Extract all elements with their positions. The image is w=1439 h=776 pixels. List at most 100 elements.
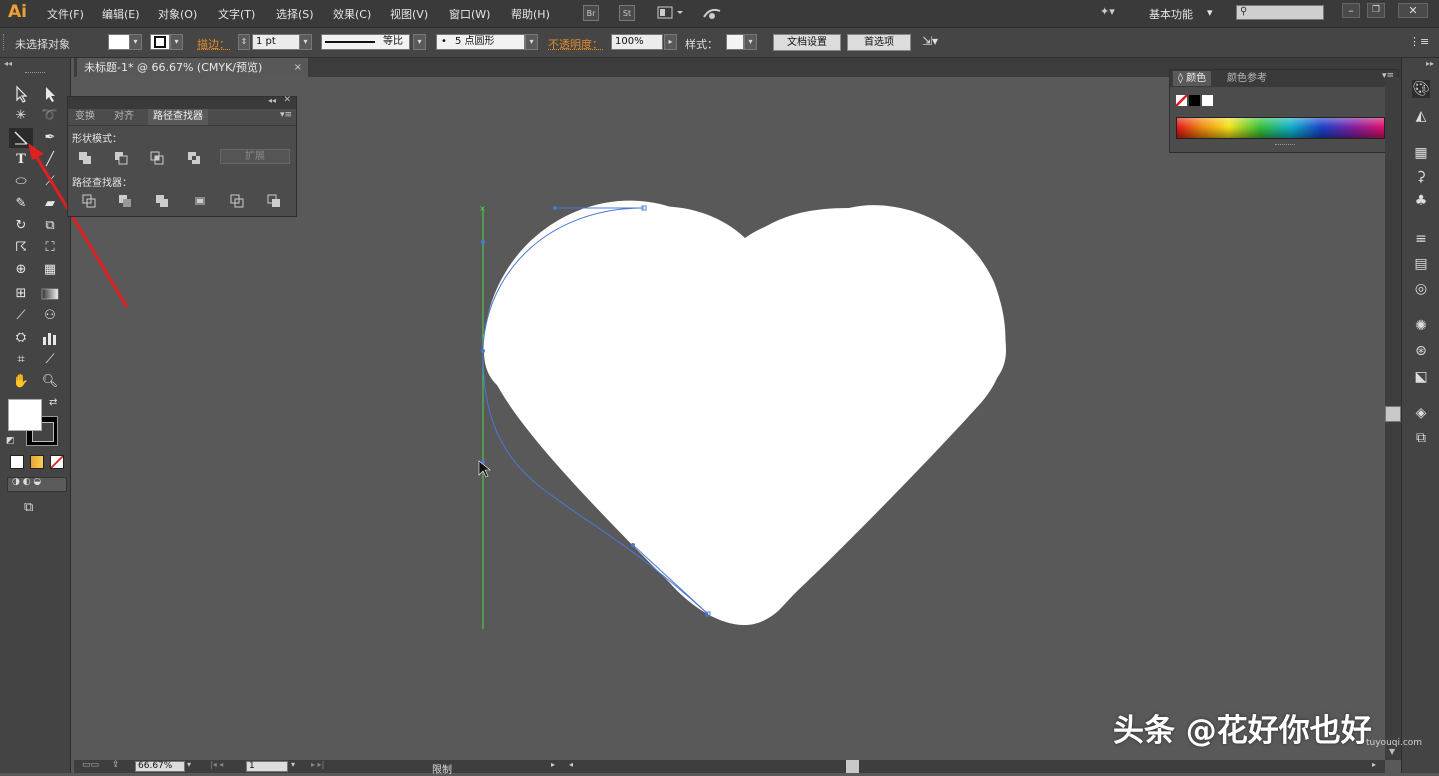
symbols-icon[interactable]: ♣ — [1412, 192, 1430, 210]
first-artboard-button[interactable]: |◂ ◂ — [210, 760, 223, 769]
color-panel-icon[interactable]: 🎨︎ — [1412, 80, 1430, 98]
stroke-weight-field[interactable]: 1 pt — [252, 34, 300, 50]
artboard-tool-icon[interactable]: ⌗ — [9, 350, 33, 370]
scroll-down-arrow[interactable]: ▼ — [1389, 747, 1395, 756]
stroke-profile-field[interactable]: 等比 — [321, 34, 410, 50]
chevron-down-icon[interactable]: ▾ — [1207, 6, 1213, 19]
menu-view[interactable]: 视图(V) — [390, 6, 428, 22]
vertical-scroll-thumb[interactable] — [1385, 406, 1401, 422]
next-artboard-button[interactable]: ▸ ▸| — [311, 760, 324, 769]
graphic-style-swatch[interactable] — [726, 34, 744, 50]
intersect-icon[interactable] — [149, 151, 167, 165]
panel-titlebar[interactable]: ◂◂ ✕ — [68, 95, 296, 109]
color-spectrum[interactable] — [1176, 117, 1385, 139]
opacity-label[interactable]: 不透明度： — [548, 36, 603, 52]
gradient-mode-button[interactable] — [30, 455, 44, 469]
color-mode-button[interactable] — [10, 455, 24, 469]
white-swatch[interactable] — [1202, 95, 1213, 106]
gradient-icon[interactable]: ▤ — [1412, 255, 1430, 273]
menu-help[interactable]: 帮助(H) — [511, 6, 550, 22]
panel-menu-icon[interactable]: ⋮≡ — [1409, 35, 1429, 48]
exclude-icon[interactable] — [186, 151, 204, 165]
panel-menu-icon[interactable]: ▾≡ — [280, 110, 292, 120]
slice-tool-icon[interactable]: ⟋ — [38, 350, 62, 370]
collapse-panel-icon[interactable]: ◂◂ — [268, 96, 276, 105]
graphic-styles-icon[interactable]: ⊛ — [1412, 342, 1430, 360]
opacity-field[interactable]: 100% — [611, 34, 663, 50]
share-icon[interactable]: ⇪ — [112, 760, 120, 770]
stroke-weight-dropdown[interactable]: ▾ — [299, 34, 312, 50]
image-trace-icon[interactable]: ⬕ — [1412, 368, 1430, 386]
swap-fill-stroke-icon[interactable]: ⇄ — [49, 397, 57, 408]
merge-icon[interactable] — [154, 194, 172, 208]
minimize-button[interactable]: – — [1342, 3, 1360, 18]
transparency-icon[interactable]: ◎ — [1412, 280, 1430, 298]
close-window-button[interactable]: ✕ — [1398, 3, 1428, 18]
stock-button[interactable]: St — [619, 5, 635, 21]
close-panel-icon[interactable]: ✕ — [283, 95, 291, 105]
crop-icon[interactable] — [192, 194, 210, 208]
stroke-profile-dropdown[interactable]: ▾ — [413, 34, 426, 50]
minus-back-icon[interactable] — [266, 194, 284, 208]
menu-type[interactable]: 文字(T) — [218, 6, 255, 22]
menu-select[interactable]: 选择(S) — [276, 6, 314, 22]
tab-transform[interactable]: 变换 — [70, 109, 100, 125]
menu-window[interactable]: 窗口(W) — [449, 6, 490, 22]
close-tab-icon[interactable]: × — [294, 58, 302, 77]
outline-icon[interactable] — [229, 194, 247, 208]
tab-align[interactable]: 对齐 — [109, 109, 139, 125]
zoom-tool-icon[interactable]: 🔍︎ — [38, 372, 62, 392]
arrange-icon[interactable]: ⇲▾ — [922, 34, 938, 48]
scroll-right-arrow[interactable]: ▸ — [1372, 760, 1376, 769]
status-bridge-icon[interactable]: ▭▭ — [82, 760, 99, 770]
zoom-dropdown[interactable]: ▾ — [187, 760, 191, 769]
expand-button[interactable]: 扩展 — [220, 149, 290, 164]
status-menu-arrow[interactable]: ▸ — [551, 760, 555, 769]
brushes-icon[interactable]: ⚳ — [1412, 168, 1430, 186]
search-field[interactable]: ⚲ — [1236, 5, 1324, 20]
unite-icon[interactable] — [77, 151, 95, 165]
minus-front-icon[interactable] — [113, 151, 131, 165]
symbol-sprayer-tool-icon[interactable]: ⛭ — [9, 328, 33, 348]
color-guide-icon[interactable]: ◭ — [1412, 107, 1430, 125]
horizontal-scroll-thumb[interactable] — [846, 760, 859, 773]
column-graph-tool-icon[interactable] — [38, 328, 62, 348]
document-setup-button[interactable]: 文档设置 — [773, 34, 841, 51]
divide-icon[interactable] — [81, 194, 99, 208]
stroke-label[interactable]: 描边： — [197, 36, 230, 52]
hand-tool-icon[interactable]: ✋ — [9, 372, 33, 392]
graphic-style-dropdown[interactable]: ▾ — [744, 34, 757, 50]
gpu-performance-icon[interactable] — [702, 5, 722, 21]
preferences-button[interactable]: 首选项 — [847, 34, 911, 51]
stroke-icon[interactable]: ≡ — [1412, 230, 1430, 248]
panel-grip[interactable] — [1275, 144, 1295, 145]
layers-icon[interactable]: ◈ — [1412, 404, 1430, 422]
sync-settings-icon[interactable]: ✦▾ — [1100, 5, 1124, 21]
artboard-dropdown[interactable]: ▾ — [291, 760, 295, 769]
fill-swatch-front[interactable] — [8, 399, 42, 431]
none-swatch[interactable] — [1176, 95, 1187, 106]
tab-color[interactable]: ◊ 颜色 — [1173, 71, 1212, 86]
screen-mode-icon[interactable]: ⧉ — [24, 500, 33, 515]
brush-dropdown[interactable]: ▾ — [525, 34, 538, 50]
menu-effect[interactable]: 效果(C) — [333, 6, 371, 22]
workspace-switcher[interactable]: 基本功能 — [1149, 6, 1193, 22]
black-swatch[interactable] — [1189, 95, 1200, 106]
none-mode-button[interactable] — [50, 455, 64, 469]
trim-icon[interactable] — [117, 194, 135, 208]
opacity-arrow[interactable]: ▸ — [664, 34, 677, 50]
zoom-level-field[interactable]: 66.67% — [135, 761, 185, 772]
bridge-button[interactable]: Br — [583, 5, 599, 21]
expand-dock-icon[interactable]: ▸▸ — [1426, 59, 1434, 68]
tab-color-guide[interactable]: 颜色参考 — [1222, 71, 1272, 86]
swatches-icon[interactable]: ▦ — [1412, 144, 1430, 162]
tab-pathfinder[interactable]: 路径查找器 — [148, 109, 208, 125]
scroll-left-arrow[interactable]: ◂ — [569, 760, 573, 769]
restore-button[interactable]: ❐ — [1367, 3, 1385, 18]
draw-mode-buttons[interactable]: ◑ ◐ ◒ — [7, 477, 67, 492]
artboard-number-field[interactable]: 1 — [246, 761, 288, 772]
appearance-icon[interactable]: ✺ — [1412, 317, 1430, 335]
brush-definition-field[interactable]: • 5 点圆形 — [436, 34, 525, 50]
vertical-scrollbar[interactable]: ▼ — [1385, 77, 1401, 760]
artboards-icon[interactable]: ⧉ — [1412, 429, 1430, 447]
